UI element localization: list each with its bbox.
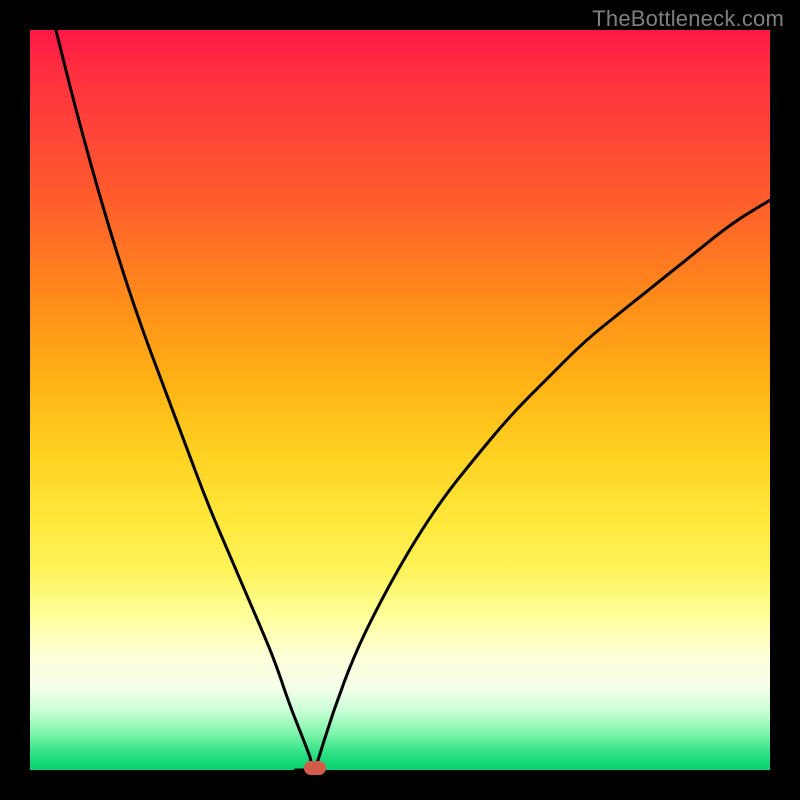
plot-area xyxy=(30,30,770,770)
chart-frame: TheBottleneck.com xyxy=(0,0,800,800)
curve-path xyxy=(56,30,770,770)
minimum-marker xyxy=(304,761,326,775)
bottleneck-curve xyxy=(30,30,770,770)
watermark-text: TheBottleneck.com xyxy=(592,6,784,32)
